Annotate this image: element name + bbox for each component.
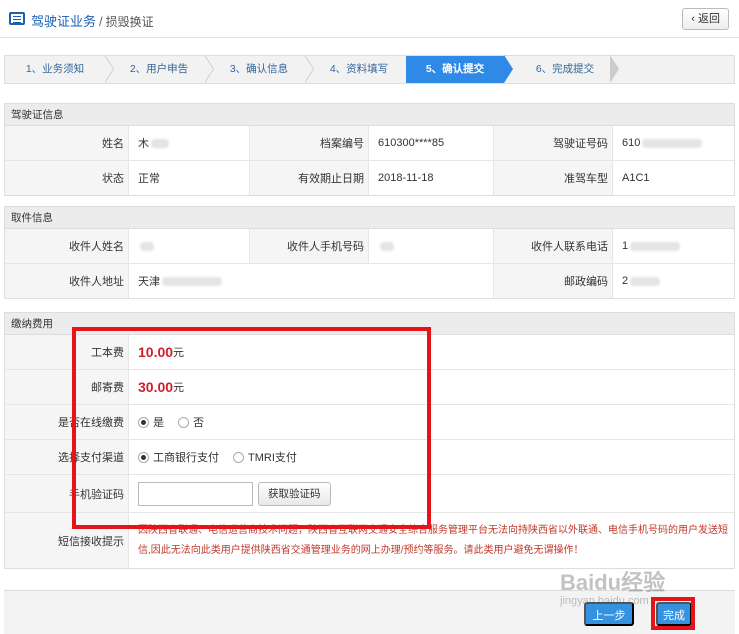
address-text: 天津 bbox=[138, 276, 160, 288]
footer-bar: 上一步 完成 bbox=[4, 590, 735, 634]
recipient-contact-value: 1 bbox=[613, 229, 734, 263]
blur-mask bbox=[140, 241, 154, 251]
pickup-info-section: 取件信息 收件人姓名 收件人手机号码 收件人联系电话 1 收件人地址 天津 邮政… bbox=[4, 206, 735, 299]
title-separator: / bbox=[99, 14, 103, 29]
step-6-label: 6、完成提交 bbox=[535, 63, 595, 75]
page-title: 驾驶证业务 / 损毁换证 bbox=[31, 11, 154, 30]
name-value: 木 bbox=[129, 126, 249, 160]
license-row-2: 状态 正常 有效期止日期 2018-11-18 准驾车型 A1C1 bbox=[5, 161, 734, 195]
step-2-label: 2、用户申告 bbox=[129, 63, 189, 75]
license-row-1: 姓名 木 档案编号 610300****85 驾驶证号码 610 bbox=[5, 126, 734, 161]
vehicle-class-value: A1C1 bbox=[622, 172, 650, 184]
top-bar: 驾驶证业务 / 损毁换证 ‹ 返回 bbox=[0, 0, 739, 38]
step-3: 3、确认信息 bbox=[209, 56, 309, 83]
step-5-active: 5、确认提交 bbox=[406, 56, 504, 83]
license-no-label: 驾驶证号码 bbox=[493, 126, 613, 160]
blur-mask bbox=[630, 241, 681, 251]
section-heading: 取件信息 bbox=[5, 207, 734, 229]
step-6: 6、完成提交 bbox=[515, 56, 615, 83]
contact-text: 1 bbox=[622, 240, 629, 252]
vehicle-class-label: 准驾车型 bbox=[493, 161, 613, 195]
blur-mask bbox=[151, 138, 169, 148]
file-no-label: 档案编号 bbox=[249, 126, 369, 160]
title-text: 驾驶证业务 bbox=[31, 14, 97, 29]
recipient-address-value: 天津 bbox=[129, 264, 493, 298]
step-2: 2、用户申告 bbox=[109, 56, 209, 83]
recipient-name-label: 收件人姓名 bbox=[5, 229, 129, 263]
postcode-label: 邮政编码 bbox=[493, 264, 613, 298]
step-4: 4、资料填写 bbox=[309, 56, 409, 83]
license-no-text: 610 bbox=[622, 137, 641, 149]
section-heading: 驾驶证信息 bbox=[5, 104, 734, 126]
blur-mask bbox=[630, 276, 661, 286]
page-subtitle: 损毁换证 bbox=[105, 15, 154, 29]
recipient-phone-value bbox=[369, 229, 493, 263]
blur-mask bbox=[642, 138, 703, 148]
step-5-label: 5、确认提交 bbox=[425, 63, 485, 75]
step-3-label: 3、确认信息 bbox=[229, 63, 289, 75]
step-4-label: 4、资料填写 bbox=[329, 63, 389, 75]
recipient-name-value bbox=[129, 229, 249, 263]
license-info-section: 驾驶证信息 姓名 木 档案编号 610300****85 驾驶证号码 610 状… bbox=[4, 103, 735, 196]
postcode-text: 2 bbox=[622, 275, 629, 287]
pickup-row-1: 收件人姓名 收件人手机号码 收件人联系电话 1 bbox=[5, 229, 734, 264]
status-value: 正常 bbox=[138, 173, 160, 185]
blur-mask bbox=[380, 241, 394, 251]
step-active-arrow bbox=[504, 55, 513, 83]
list-icon bbox=[9, 12, 25, 25]
recipient-phone-label: 收件人手机号码 bbox=[249, 229, 369, 263]
back-button[interactable]: ‹ 返回 bbox=[682, 8, 729, 30]
step-1: 1、业务须知 bbox=[5, 56, 105, 83]
expiry-value: 2018-11-18 bbox=[378, 172, 434, 184]
step-progress: 1、业务须知 2、用户申告 3、确认信息 4、资料填写 5、确认提交 6、完成提… bbox=[4, 55, 735, 84]
step-divider bbox=[610, 55, 619, 83]
recipient-address-label: 收件人地址 bbox=[5, 264, 129, 298]
step-1-label: 1、业务须知 bbox=[25, 63, 85, 75]
license-no-value: 610 bbox=[613, 126, 734, 160]
highlight-box bbox=[72, 327, 431, 529]
highlight-box-finish bbox=[651, 597, 695, 630]
name-label: 姓名 bbox=[5, 126, 129, 160]
prev-step-button[interactable]: 上一步 bbox=[584, 602, 634, 626]
name-text: 木 bbox=[138, 138, 149, 150]
pickup-row-2: 收件人地址 天津 邮政编码 2 bbox=[5, 264, 734, 298]
file-no-value: 610300****85 bbox=[378, 137, 445, 149]
expiry-label: 有效期止日期 bbox=[249, 161, 369, 195]
recipient-contact-label: 收件人联系电话 bbox=[493, 229, 613, 263]
status-label: 状态 bbox=[5, 161, 129, 195]
blur-mask bbox=[162, 276, 222, 286]
postcode-value: 2 bbox=[613, 264, 734, 298]
